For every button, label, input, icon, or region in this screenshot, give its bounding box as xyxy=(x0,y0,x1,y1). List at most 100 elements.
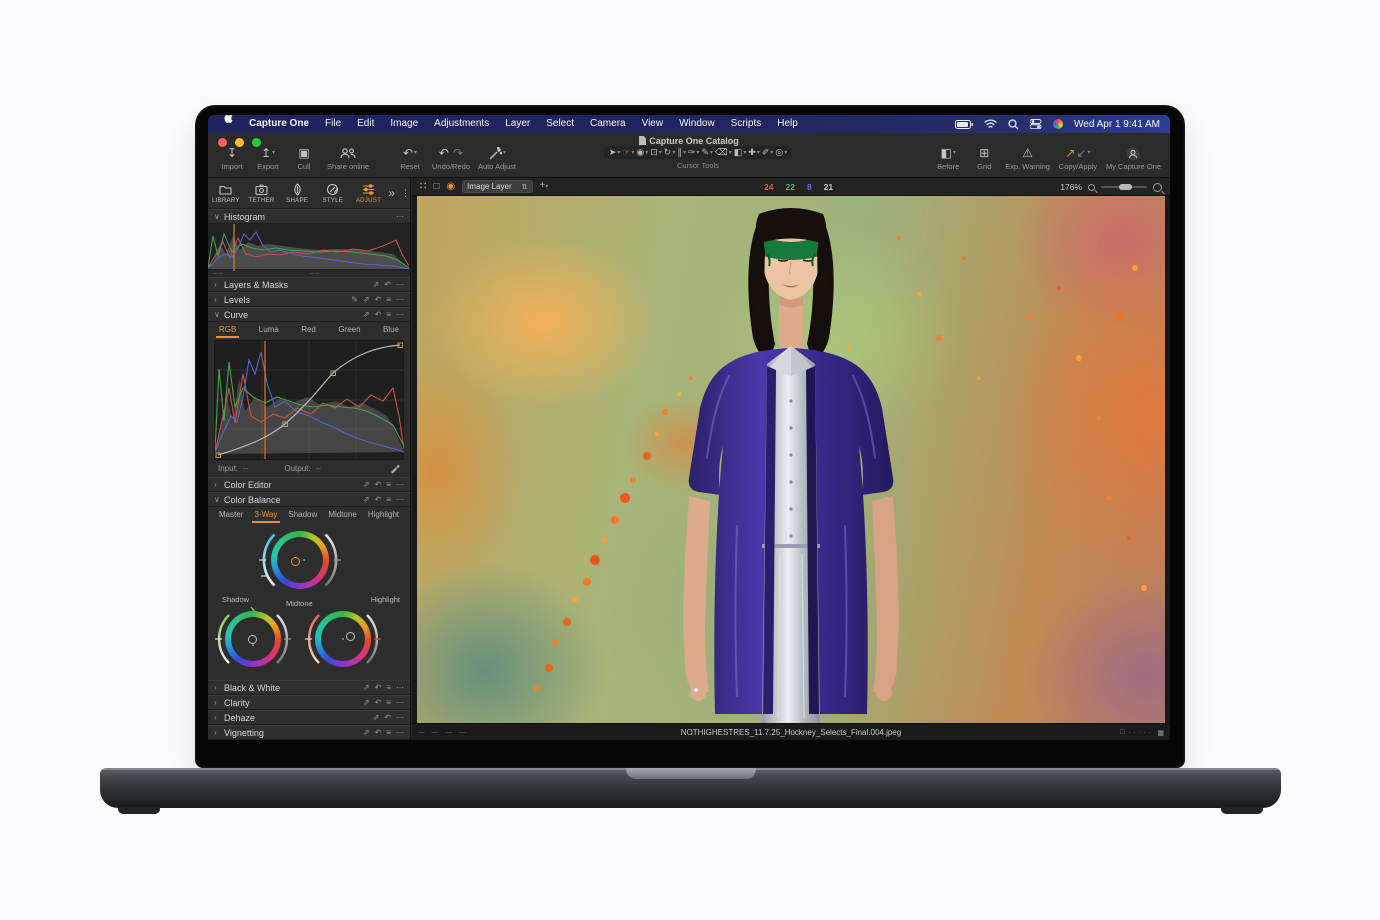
zoom-slider[interactable] xyxy=(1101,186,1147,188)
presets-icon[interactable]: ≡ xyxy=(386,308,391,321)
add-layer-button[interactable]: +▾ xyxy=(540,177,549,196)
layers-masks-panel-header[interactable]: ›Layers & Masks ⇗↶⋯ xyxy=(208,277,410,292)
highlight-wheel-handle[interactable] xyxy=(346,632,355,641)
copy-adjustments-icon[interactable]: ⇗ xyxy=(373,278,380,291)
reset-icon[interactable]: ↶ xyxy=(375,308,382,321)
pan-hand-tool[interactable]: ☞▾ xyxy=(622,147,634,158)
reset-icon[interactable]: ↶ xyxy=(375,726,382,739)
copy-adjustments-icon[interactable]: ⇗ xyxy=(363,493,370,506)
cb-tab-shadow[interactable]: Shadow xyxy=(285,508,320,523)
presets-icon[interactable]: ≡ xyxy=(386,293,391,306)
menu-camera[interactable]: Camera xyxy=(582,115,634,133)
color-editor-panel-header[interactable]: ›Color Editor ⇗↶≡⋯ xyxy=(208,477,410,492)
more-icon[interactable]: ⋯ xyxy=(396,478,404,491)
crop-tool[interactable]: ⊡▾ xyxy=(650,147,662,158)
curve-tab-green[interactable]: Green xyxy=(335,323,363,338)
linear-gradient-mask-tool[interactable]: ◧▾ xyxy=(734,147,747,158)
clarity-panel-header[interactable]: ›Clarity ⇗↶≡⋯ xyxy=(208,695,410,710)
import-button[interactable]: ↧Import xyxy=(214,146,250,171)
color-profile-icon[interactable] xyxy=(1053,119,1063,129)
reset-icon[interactable]: ↶ xyxy=(375,696,382,709)
wifi-icon[interactable] xyxy=(984,119,997,129)
menu-adjustments[interactable]: Adjustments xyxy=(426,115,497,133)
annotate-tool[interactable]: ◎▾ xyxy=(775,147,787,158)
copy-apply-button[interactable]: ↗↙▾Copy/Apply xyxy=(1053,146,1103,171)
cb-tab-master[interactable]: Master xyxy=(216,508,246,523)
export-button[interactable]: ↥▾Export xyxy=(250,146,286,171)
filmstrip-icon[interactable]: ▦ xyxy=(1157,729,1164,737)
zoom-out-icon[interactable] xyxy=(1088,184,1095,191)
presets-icon[interactable]: ≡ xyxy=(386,493,391,506)
apple-menu-icon[interactable] xyxy=(218,115,241,134)
eyedropper-icon[interactable] xyxy=(390,464,400,474)
sidebar-tab-library[interactable]: LIBRARY xyxy=(208,178,244,208)
sidebar-tab-adjust[interactable]: ADJUST xyxy=(351,178,387,208)
more-icon[interactable]: ⋯ xyxy=(396,726,404,739)
copy-adjustments-icon[interactable]: ⇗ xyxy=(363,696,370,709)
menu-help[interactable]: Help xyxy=(769,115,806,133)
more-icon[interactable]: ⋯ xyxy=(396,681,404,694)
menu-app-name[interactable]: Capture One xyxy=(241,115,317,133)
color-picker-tool[interactable]: ✑▾ xyxy=(688,147,700,158)
undo-redo-button[interactable]: ↶ ↷Undo/Redo xyxy=(428,146,474,171)
layer-select[interactable]: Image Layer⇅ xyxy=(462,180,532,193)
reset-button[interactable]: ↶▾Reset xyxy=(392,146,428,171)
draw-mask-tool[interactable]: ✎▾ xyxy=(701,147,713,158)
before-button[interactable]: ◧▾Before xyxy=(930,146,966,171)
cb-tab-highlight[interactable]: Highlight xyxy=(365,508,402,523)
menu-layer[interactable]: Layer xyxy=(497,115,538,133)
black-white-panel-header[interactable]: ›Black & White ⇗↶≡⋯ xyxy=(208,680,410,695)
shadow-wheel-handle[interactable] xyxy=(248,635,257,644)
presets-icon[interactable]: ≡ xyxy=(386,696,391,709)
menu-image[interactable]: Image xyxy=(382,115,426,133)
menu-scripts[interactable]: Scripts xyxy=(723,115,770,133)
share-online-button[interactable]: Share online xyxy=(322,146,374,171)
reset-icon[interactable]: ↶ xyxy=(375,493,382,506)
cb-tab-3way[interactable]: 3-Way xyxy=(252,508,281,523)
zoom-in-icon[interactable] xyxy=(1153,183,1162,192)
copy-adjustments-icon[interactable]: ⇗ xyxy=(363,726,370,739)
menu-window[interactable]: Window xyxy=(671,115,723,133)
more-icon[interactable]: ⋯ xyxy=(396,493,404,506)
multi-view-icon[interactable]: ∷ xyxy=(420,178,426,196)
proof-view-icon[interactable]: ◉ xyxy=(446,178,455,196)
my-capture-one-button[interactable]: My Capture One xyxy=(1103,146,1164,171)
menu-file[interactable]: File xyxy=(317,115,349,133)
tab-overflow-menu[interactable]: ⋮ xyxy=(401,188,410,199)
spotlight-search-icon[interactable] xyxy=(1008,119,1019,130)
clone-tool[interactable]: ✐▾ xyxy=(762,147,774,158)
curve-graph[interactable] xyxy=(214,340,404,460)
levels-panel-header[interactable]: ›Levels ✎⇗↶≡⋯ xyxy=(208,292,410,307)
vignetting-panel-header[interactable]: ›Vignetting ⇗↶≡⋯ xyxy=(208,725,410,740)
menu-select[interactable]: Select xyxy=(538,115,582,133)
copy-adjustments-icon[interactable]: ⇗ xyxy=(363,293,370,306)
heal-tool[interactable]: ✚▾ xyxy=(748,147,760,158)
histogram-panel-header[interactable]: ∨Histogram ⋯ xyxy=(208,209,410,224)
single-view-icon[interactable]: □ xyxy=(433,178,439,196)
auto-levels-icon[interactable]: ✎ xyxy=(351,293,358,306)
menu-clock[interactable]: Wed Apr 1 9:41 AM xyxy=(1074,119,1160,130)
sidebar-tab-style[interactable]: STYLE xyxy=(315,178,351,208)
photo-canvas[interactable] xyxy=(417,196,1165,723)
curve-tab-luma[interactable]: Luma xyxy=(256,323,282,338)
pointer-tool[interactable]: ➤▾ xyxy=(609,147,621,158)
midtone-color-wheel[interactable] xyxy=(271,531,329,589)
sidebar-tab-tether[interactable]: TETHER xyxy=(244,178,280,208)
cull-button[interactable]: ▣Cull xyxy=(286,146,322,171)
reset-icon[interactable]: ↶ xyxy=(375,478,382,491)
more-icon[interactable]: ⋯ xyxy=(396,308,404,321)
curve-panel-header[interactable]: ∨Curve ⇗↶≡⋯ xyxy=(208,307,410,322)
more-icon[interactable]: ⋯ xyxy=(396,210,404,223)
curve-tab-blue[interactable]: Blue xyxy=(380,323,402,338)
presets-icon[interactable]: ≡ xyxy=(386,726,391,739)
more-icon[interactable]: ⋯ xyxy=(396,696,404,709)
dehaze-panel-header[interactable]: ›Dehaze ⇗↶⋯ xyxy=(208,710,410,725)
thumbnail-toggle-icon[interactable]: □ xyxy=(1120,729,1124,736)
midtone-wheel-handle[interactable] xyxy=(291,557,300,566)
rotate-tool[interactable]: ↻▾ xyxy=(664,147,676,158)
more-tabs-chevrons[interactable]: » xyxy=(388,186,395,200)
more-icon[interactable]: ⋯ xyxy=(396,293,404,306)
rating-dots[interactable]: ····· xyxy=(1128,730,1153,736)
curve-tab-rgb[interactable]: RGB xyxy=(216,323,239,338)
reset-icon[interactable]: ↶ xyxy=(375,293,382,306)
